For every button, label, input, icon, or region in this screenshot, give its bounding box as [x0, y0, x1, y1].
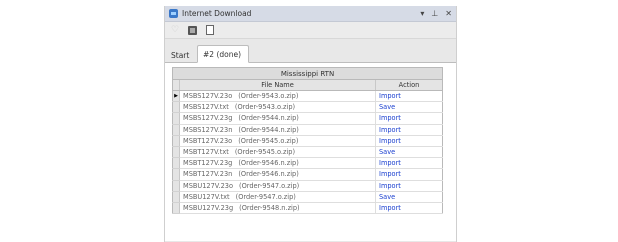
file-name: MSBU127V.23g [183, 203, 234, 212]
tab-download-2[interactable]: #2 (done) [197, 45, 250, 63]
row-selector[interactable] [172, 135, 180, 147]
save-link[interactable]: Save [374, 101, 443, 114]
file-name: MSBS127V.23o [183, 92, 233, 101]
row-selector[interactable] [172, 112, 180, 125]
file-name: MSBT127V.txt [183, 148, 229, 157]
table-caption: Mississippi RTN [172, 67, 443, 80]
import-link[interactable]: Import [374, 180, 443, 192]
row-selector-header [172, 79, 180, 91]
tab-content: Mississippi RTN File Name Action ▶ MSBS12… [165, 63, 456, 241]
table-row[interactable]: MSBT127V.23n (Order-9546.n.zip) Import [172, 168, 443, 181]
order-archive: (Order-9548.n.zip) [239, 203, 300, 212]
toolbar: ♡ [165, 22, 456, 39]
current-row-arrow-icon[interactable]: ▶ [172, 90, 180, 103]
file-name: MSBT127V.23n [183, 170, 233, 179]
file-name-cell: MSBU127V.23g (Order-9548.n.zip) [179, 202, 376, 215]
column-header-file-name[interactable]: File Name [179, 79, 376, 91]
order-archive: (Order-9547.o.zip) [239, 181, 300, 190]
file-name-cell: MSBU127V.23o (Order-9547.o.zip) [179, 180, 376, 192]
file-name-cell: MSBT127V.txt (Order-9545.o.zip) [179, 146, 376, 159]
file-name: MSBT127V.23g [183, 159, 233, 168]
table-row[interactable]: MSBS127V.txt (Order-9543.o.zip) Save [172, 101, 443, 114]
order-archive: (Order-9546.n.zip) [238, 170, 299, 179]
table-row[interactable]: MSBS127V.23n (Order-9544.n.zip) Import [172, 124, 443, 136]
heart-icon[interactable]: ♡ [171, 25, 179, 35]
order-archive: (Order-9543.o.zip) [234, 103, 296, 112]
file-name: MSBU127V.txt [183, 192, 230, 201]
row-selector[interactable] [172, 146, 180, 159]
table-row[interactable]: MSBT127V.23o (Order-9545.o.zip) Import [172, 135, 443, 147]
tab-start[interactable]: Start [167, 48, 193, 63]
row-selector[interactable] [172, 202, 180, 215]
table-row[interactable]: MSBU127V.23g (Order-9548.n.zip) Import [172, 202, 443, 215]
film-icon[interactable] [188, 25, 198, 35]
file-name: MSBS127V.23n [183, 125, 233, 134]
row-selector[interactable] [172, 157, 180, 170]
file-name: MSBT127V.23o [183, 136, 233, 145]
order-archive: (Order-9545.o.zip) [238, 136, 299, 145]
row-selector[interactable] [172, 180, 180, 192]
globe-download-icon [169, 9, 178, 18]
save-link[interactable]: Save [374, 146, 443, 159]
row-selector[interactable] [172, 168, 180, 181]
pin-icon[interactable]: ⊥ [431, 9, 438, 18]
file-name: MSBU127V.23o [183, 181, 233, 190]
download-table: Mississippi RTN File Name Action ▶ MSBS12… [172, 67, 444, 215]
internet-download-panel: Internet Download ▾ ⊥ ✕ ♡ Start #2 (done… [164, 6, 457, 242]
import-link[interactable]: Import [374, 90, 443, 103]
order-archive: (Order-9544.n.zip) [238, 125, 299, 134]
close-icon[interactable]: ✕ [445, 9, 452, 18]
save-link[interactable]: Save [374, 191, 443, 203]
file-name-cell: MSBT127V.23o (Order-9545.o.zip) [179, 135, 376, 147]
file-name-cell: MSBS127V.23n (Order-9544.n.zip) [179, 124, 376, 136]
import-link[interactable]: Import [374, 135, 443, 147]
tab-strip: Start #2 (done) [165, 39, 456, 63]
file-name: MSBS127V.txt [183, 103, 229, 112]
file-name-cell: MSBS127V.23g (Order-9544.n.zip) [179, 112, 376, 125]
table-row[interactable]: MSBU127V.txt (Order-9547.o.zip) Save [172, 191, 443, 203]
file-name-cell: MSBT127V.23g (Order-9546.n.zip) [179, 157, 376, 170]
panel-title: Internet Download [182, 9, 252, 18]
file-name-cell: MSBU127V.txt (Order-9547.o.zip) [179, 191, 376, 203]
order-archive: (Order-9546.n.zip) [238, 159, 299, 168]
table-row[interactable]: MSBU127V.23o (Order-9547.o.zip) Import [172, 180, 443, 192]
order-archive: (Order-9545.o.zip) [234, 148, 296, 157]
order-archive: (Order-9547.o.zip) [235, 192, 296, 201]
table-row[interactable]: MSBS127V.23g (Order-9544.n.zip) Import [172, 112, 443, 125]
order-archive: (Order-9543.o.zip) [238, 92, 299, 101]
table-row[interactable]: MSBT127V.txt (Order-9545.o.zip) Save [172, 146, 443, 159]
document-icon[interactable] [206, 25, 215, 35]
import-link[interactable]: Import [374, 124, 443, 136]
import-link[interactable]: Import [374, 112, 443, 125]
import-link[interactable]: Import [374, 157, 443, 170]
row-selector[interactable] [172, 101, 180, 114]
row-selector[interactable] [172, 191, 180, 203]
import-link[interactable]: Import [374, 202, 443, 215]
table-row[interactable]: ▶ MSBS127V.23o (Order-9543.o.zip) Import [172, 90, 443, 103]
page: Internet Download ▾ ⊥ ✕ ♡ Start #2 (done… [0, 0, 618, 242]
dropdown-icon[interactable]: ▾ [420, 9, 424, 18]
file-name: MSBS127V.23g [183, 114, 233, 123]
column-header-action[interactable]: Action [374, 79, 443, 91]
import-link[interactable]: Import [374, 168, 443, 181]
row-selector[interactable] [172, 124, 180, 136]
file-name-cell: MSBS127V.txt (Order-9543.o.zip) [179, 101, 376, 114]
file-name-cell: MSBS127V.23o (Order-9543.o.zip) [179, 90, 376, 103]
file-name-cell: MSBT127V.23n (Order-9546.n.zip) [179, 168, 376, 181]
order-archive: (Order-9544.n.zip) [238, 114, 299, 123]
table-row[interactable]: MSBT127V.23g (Order-9546.n.zip) Import [172, 157, 443, 170]
panel-titlebar: Internet Download ▾ ⊥ ✕ [165, 6, 456, 22]
